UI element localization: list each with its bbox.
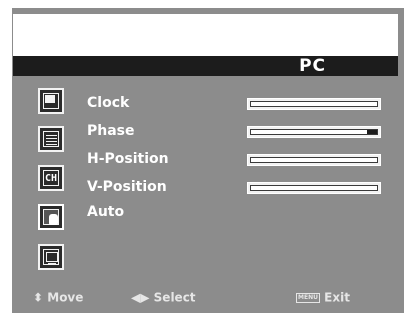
- v-position-slider[interactable]: [247, 182, 381, 194]
- v-position-slider-track: [250, 185, 378, 191]
- footer-exit: MENU Exit: [296, 290, 350, 305]
- footer-select: ◀▶ Select: [131, 290, 196, 305]
- osd-title-bar: [13, 14, 398, 56]
- h-position-slider-track: [250, 157, 378, 163]
- pc-setup-icon[interactable]: [38, 204, 64, 230]
- footer-move: ⬍ Move: [33, 290, 83, 305]
- footer-select-label: Select: [153, 290, 196, 305]
- sound-icon[interactable]: [38, 126, 64, 152]
- menu-item-clock[interactable]: Clock: [87, 95, 129, 111]
- menu-item-phase[interactable]: Phase: [87, 123, 135, 139]
- phase-slider-track: [250, 129, 378, 135]
- menu-item-v-position[interactable]: V-Position: [87, 179, 167, 195]
- clock-slider-track: [250, 101, 378, 107]
- channel-ch-glyph: CH: [44, 172, 58, 184]
- footer-exit-label: Exit: [324, 290, 350, 305]
- footer-move-label: Move: [47, 290, 84, 305]
- clock-slider[interactable]: [247, 98, 381, 110]
- channel-icon[interactable]: CH: [38, 165, 64, 191]
- menu-item-auto[interactable]: Auto: [87, 204, 124, 220]
- phase-slider[interactable]: [247, 126, 381, 138]
- osd-header-bar: PC: [13, 56, 398, 76]
- up-down-arrows-icon: ⬍: [33, 290, 44, 305]
- menu-item-h-position[interactable]: H-Position: [87, 151, 169, 167]
- menu-button-icon: MENU: [296, 292, 320, 303]
- header-title: PC: [299, 56, 326, 76]
- picture-icon[interactable]: [38, 88, 64, 114]
- h-position-slider[interactable]: [247, 154, 381, 166]
- function-icon[interactable]: [38, 244, 64, 270]
- left-right-arrows-icon: ◀▶: [131, 290, 150, 305]
